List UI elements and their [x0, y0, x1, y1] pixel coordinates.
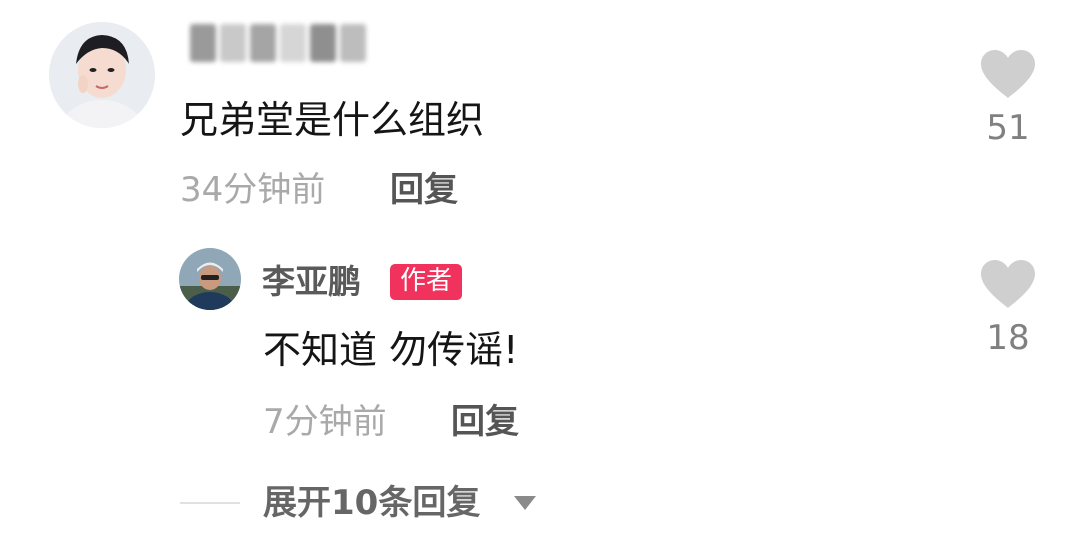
reply-like-button[interactable]: 18 [973, 258, 1043, 358]
comment-timestamp: 34分钟前 [180, 170, 326, 210]
chevron-down-icon[interactable] [514, 496, 536, 510]
comment-text: 兄弟堂是什么组织 [180, 98, 485, 142]
reply-like-count: 18 [986, 318, 1030, 358]
heart-icon [981, 260, 1035, 308]
commenter-avatar[interactable] [49, 22, 155, 128]
comment-like-button[interactable]: 51 [973, 48, 1043, 148]
reply-text: 不知道 勿传谣! [263, 328, 519, 372]
expand-divider [180, 502, 240, 504]
author-name[interactable]: 李亚鹏 [262, 262, 361, 302]
comment-reply-button[interactable]: 回复 [390, 170, 458, 210]
reply-timestamp: 7分钟前 [263, 402, 387, 442]
heart-icon [981, 50, 1035, 98]
author-badge: 作者 [390, 264, 463, 300]
commenter-username-redacted[interactable] [190, 24, 366, 62]
expand-replies-button[interactable]: 展开10条回复 [263, 483, 480, 523]
reply-reply-button[interactable]: 回复 [451, 402, 519, 442]
author-avatar[interactable] [179, 248, 241, 310]
comment-like-count: 51 [986, 108, 1030, 148]
